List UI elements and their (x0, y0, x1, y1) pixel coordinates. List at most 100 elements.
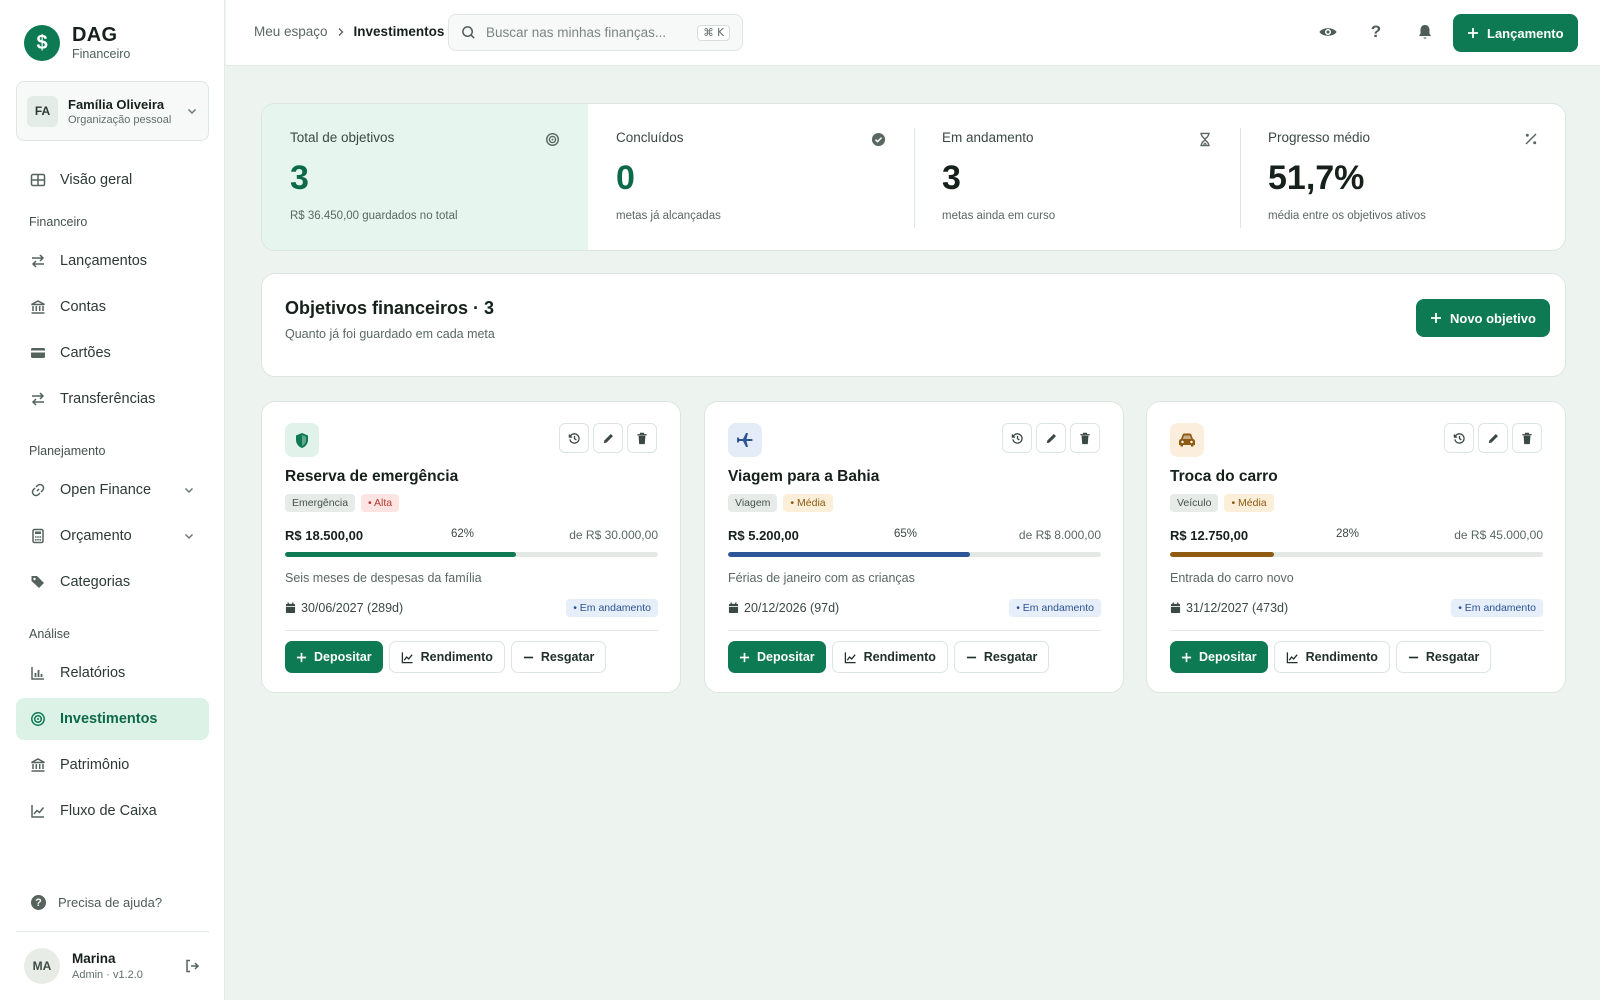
goal-tags: Veículo • Média (1170, 494, 1274, 512)
keyboard-shortcut: ⌘ K (697, 24, 730, 41)
withdraw-button[interactable]: Resgatar (953, 641, 1050, 673)
goal-card-buttons: Depositar Rendimento Resgatar (1170, 641, 1492, 673)
sidebar-item-transfers[interactable]: Transferências (16, 378, 209, 420)
avatar: MA (24, 948, 60, 984)
brand-logo: $ (24, 25, 60, 61)
stat-completed: Concluídos 0 metas já alcançadas (588, 104, 914, 250)
search-input[interactable]: Buscar nas minhas finanças... ⌘ K (448, 14, 743, 51)
goal-meta: 31/12/2027 (473d) • Em andamento (1170, 597, 1543, 619)
sidebar-item-investments[interactable]: Investimentos (16, 698, 209, 740)
new-launch-button[interactable]: Lançamento (1453, 14, 1578, 52)
search-placeholder: Buscar nas minhas finanças... (486, 25, 667, 40)
breadcrumb-root[interactable]: Meu espaço (254, 24, 328, 39)
calendar-icon (1170, 602, 1181, 614)
priority-badge: • Alta (361, 494, 400, 512)
deposit-button[interactable]: Depositar (728, 641, 826, 673)
logout-icon[interactable] (184, 958, 200, 974)
goal-description: Entrada do carro novo (1170, 571, 1294, 585)
edit-button[interactable] (1036, 423, 1066, 453)
yield-button[interactable]: Rendimento (1273, 641, 1390, 673)
deposit-button[interactable]: Depositar (285, 641, 383, 673)
shield-icon (294, 432, 310, 449)
status-badge: • Em andamento (1451, 599, 1543, 617)
divider (1170, 630, 1543, 631)
delete-button[interactable] (1512, 423, 1542, 453)
plus-icon (1467, 27, 1479, 39)
airplane-icon (736, 431, 754, 449)
stat-caption: R$ 36.450,00 guardados no total (290, 210, 458, 222)
goal-tags: Emergência • Alta (285, 494, 400, 512)
sidebar-item-budget[interactable]: Orçamento (16, 515, 209, 557)
calendar-icon (285, 602, 296, 614)
sidebar-item-label: Open Finance (60, 482, 152, 498)
stat-value: 3 (942, 159, 961, 197)
link-icon (30, 482, 46, 498)
bar-chart-icon (30, 665, 46, 681)
delete-button[interactable] (627, 423, 657, 453)
help-icon[interactable]: ? (1366, 22, 1386, 42)
sidebar-section-label: Planejamento (29, 444, 106, 458)
sidebar-item-launches[interactable]: Lançamentos (16, 240, 209, 282)
sidebar-item-categories[interactable]: Categorias (16, 561, 209, 603)
eye-icon[interactable] (1318, 22, 1338, 42)
history-button[interactable] (559, 423, 589, 453)
sidebar-item-label: Relatórios (60, 665, 126, 681)
delete-button[interactable] (1070, 423, 1100, 453)
history-button[interactable] (1444, 423, 1474, 453)
goal-title: Viagem para a Bahia (728, 468, 880, 485)
yield-button[interactable]: Rendimento (831, 641, 948, 673)
withdraw-button[interactable]: Resgatar (1395, 641, 1492, 673)
sidebar-item-open-finance[interactable]: Open Finance (16, 469, 209, 511)
sidebar-item-assets[interactable]: Patrimônio (16, 744, 209, 786)
edit-button[interactable] (593, 423, 623, 453)
withdraw-button[interactable]: Resgatar (510, 641, 607, 673)
sidebar-item-reports[interactable]: Relatórios (16, 652, 209, 694)
stats-panel: Total de objetivos 3 R$ 36.450,00 guarda… (261, 103, 1566, 251)
stat-value: 3 (290, 159, 309, 197)
user-profile[interactable]: MA Marina Admin · v1.2.0 (24, 948, 200, 984)
bell-icon[interactable] (1415, 22, 1435, 42)
help-link[interactable]: ? Precisa de ajuda? (31, 895, 162, 910)
goal-progress-bar (1170, 552, 1543, 557)
plus-icon (739, 652, 750, 663)
organization-switcher[interactable]: FA Família Oliveira Organização pessoal (16, 81, 209, 141)
brand[interactable]: $ DAG Financeiro (24, 24, 130, 62)
edit-button[interactable] (1478, 423, 1508, 453)
breadcrumb: Meu espaço Investimentos (254, 24, 444, 39)
history-button[interactable] (1002, 423, 1032, 453)
goal-current-amount: R$ 5.200,00 (728, 528, 799, 543)
deposit-button[interactable]: Depositar (1170, 641, 1268, 673)
question-circle-icon: ? (31, 895, 46, 910)
tags-icon (30, 574, 46, 590)
sidebar-item-label: Lançamentos (60, 253, 148, 269)
goal-title: Reserva de emergência (285, 468, 459, 485)
sidebar-item-cards[interactable]: Cartões (16, 332, 209, 374)
check-circle-icon (871, 132, 886, 147)
plus-icon (296, 652, 307, 663)
brand-name: DAG (72, 24, 118, 46)
pencil-icon (1045, 432, 1058, 445)
bank-icon (30, 757, 46, 773)
sidebar-item-accounts[interactable]: Contas (16, 286, 209, 328)
help-label: Precisa de ajuda? (58, 895, 163, 910)
sidebar-item-overview[interactable]: Visão geral (16, 159, 209, 201)
user-role-version: Admin · v1.2.0 (72, 969, 143, 981)
sidebar-section-label: Financeiro (29, 215, 88, 229)
credit-card-icon (30, 345, 46, 361)
stat-in-progress: Em andamento 3 metas ainda em curso (914, 104, 1240, 250)
car-icon (1178, 432, 1196, 448)
withdraw-label: Resgatar (1425, 650, 1480, 664)
yield-button[interactable]: Rendimento (388, 641, 505, 673)
stat-caption: metas ainda em curso (942, 210, 1056, 222)
sidebar-item-cashflow[interactable]: Fluxo de Caixa (16, 790, 209, 832)
goal-card-actions (1002, 423, 1100, 453)
line-chart-icon (1286, 651, 1299, 664)
sidebar-item-label: Transferências (60, 391, 156, 407)
goal-deadline: 30/06/2027 (289d) (285, 601, 403, 615)
goals-header: Objetivos financeiros · 3 Quanto já foi … (261, 273, 1566, 377)
goal-current-amount: R$ 18.500,00 (285, 528, 364, 543)
stat-label: Concluídos (616, 130, 684, 145)
goal-current-amount: R$ 12.750,00 (1170, 528, 1249, 543)
new-goal-button[interactable]: Novo objetivo (1416, 299, 1550, 337)
goal-amounts: R$ 12.750,00 28% de R$ 45.000,00 (1170, 528, 1543, 546)
